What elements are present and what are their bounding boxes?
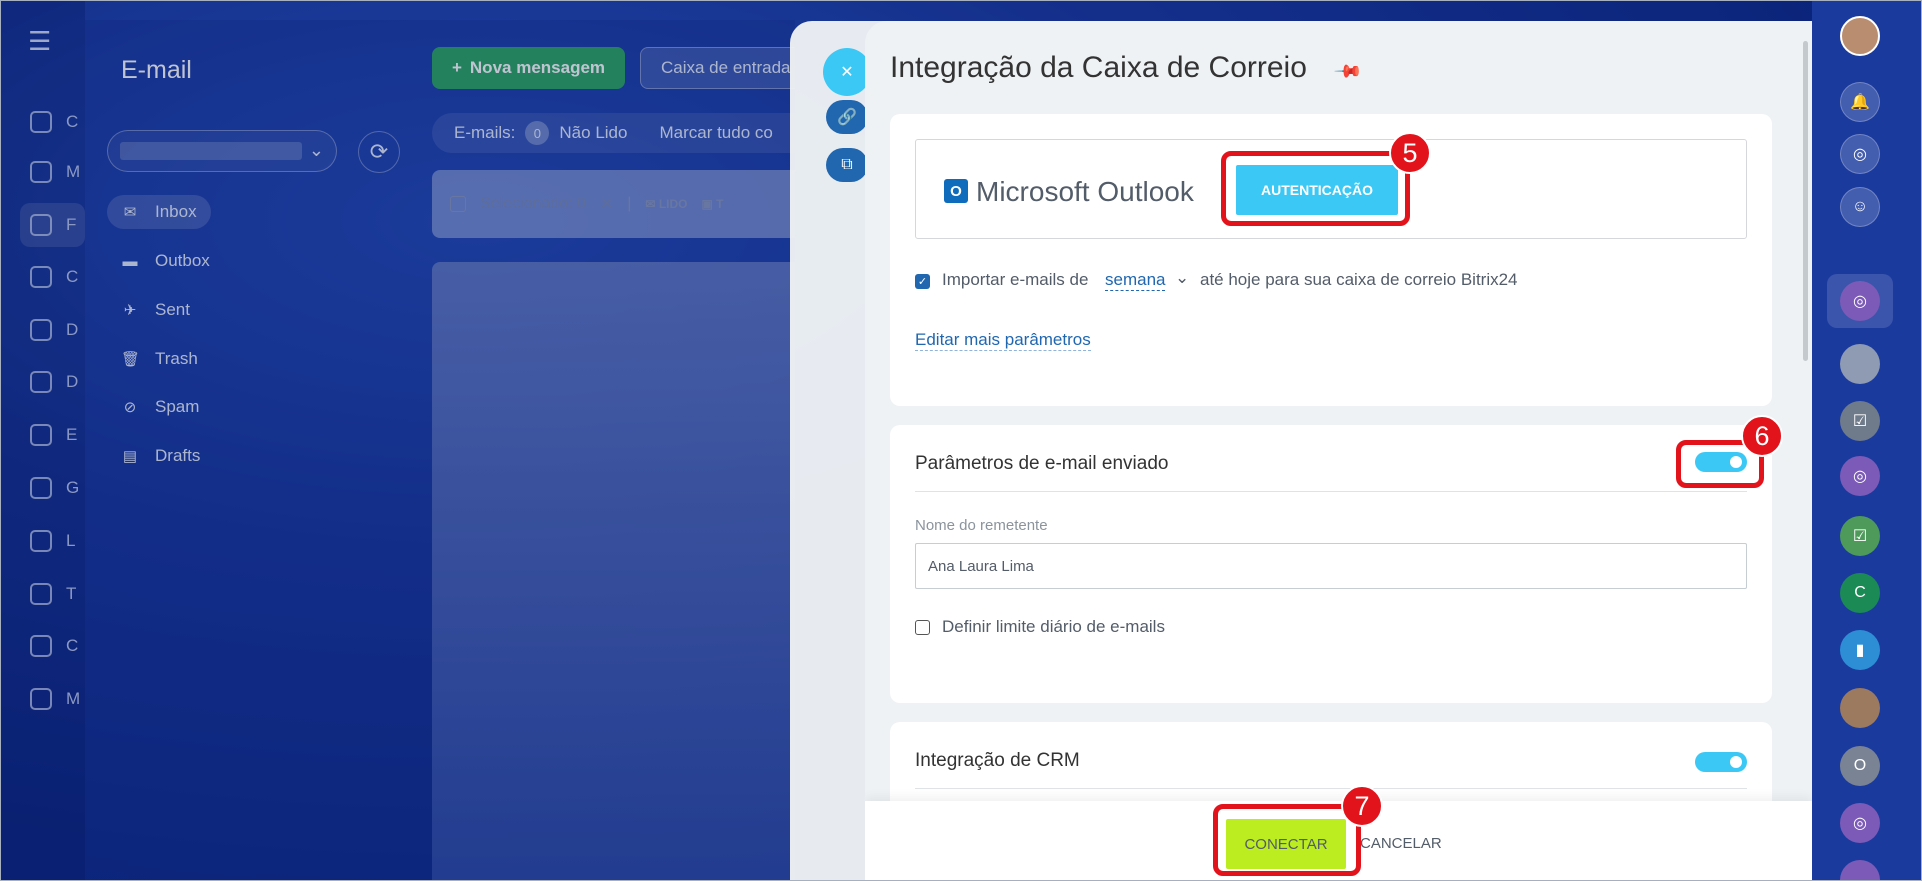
step-6-badge: 6: [1741, 415, 1783, 457]
toggle-knob: [1730, 756, 1742, 768]
chevron-down-icon[interactable]: ⌄: [1175, 268, 1189, 288]
highlight-connect: [1213, 804, 1361, 876]
sent-params-card: Parâmetros de e-mail enviado Nome do rem…: [890, 425, 1772, 703]
import-suffix: até hoje para sua caixa de correio Bitri…: [1200, 270, 1518, 289]
group-avatar-3[interactable]: ◎: [1840, 456, 1880, 496]
page-title: Integração da Caixa de Correio: [890, 51, 1307, 84]
copilot-icon[interactable]: ◎: [1840, 134, 1880, 174]
crm-avatar[interactable]: C: [1840, 573, 1880, 613]
crm-toggle[interactable]: [1695, 752, 1747, 772]
edit-more-params-link[interactable]: Editar mais parâmetros: [915, 330, 1091, 351]
period-select[interactable]: semana: [1105, 270, 1166, 291]
task-avatar-2[interactable]: ☑: [1840, 516, 1880, 556]
sender-name-input[interactable]: Ana Laura Lima: [915, 543, 1747, 589]
mailbox-integration-slider: Integração da Caixa de Correio 📌 O Micro…: [865, 21, 1812, 881]
bell-icon[interactable]: 🔔: [1840, 82, 1880, 122]
o-avatar[interactable]: O: [1840, 746, 1880, 786]
scrollbar[interactable]: [1803, 41, 1808, 361]
provider-name: Microsoft Outlook: [976, 176, 1194, 207]
sent-params-title: Parâmetros de e-mail enviado: [915, 453, 1169, 474]
contact-avatar[interactable]: [1840, 688, 1880, 728]
task-avatar[interactable]: ☑: [1840, 401, 1880, 441]
outlook-logo-icon: O: [944, 179, 968, 203]
link-icon[interactable]: 🔗: [826, 100, 868, 134]
daily-limit-checkbox[interactable]: [915, 620, 930, 635]
pin-icon[interactable]: 📌: [1333, 56, 1364, 87]
group-avatar-4[interactable]: ◎: [1840, 803, 1880, 843]
import-prefix: Importar e-mails de: [942, 270, 1089, 289]
group-avatar-2[interactable]: [1840, 344, 1880, 384]
daily-limit-label: Definir limite diário de e-mails: [942, 617, 1165, 636]
highlight-auth: [1221, 151, 1410, 226]
import-checkbox[interactable]: ✓: [915, 274, 930, 289]
step-5-badge: 5: [1389, 132, 1431, 174]
crm-title: Integração de CRM: [915, 750, 1080, 771]
group-avatar-1[interactable]: ◎: [1840, 281, 1880, 321]
user-avatar[interactable]: [1840, 16, 1880, 56]
cancel-button[interactable]: CANCELAR: [1360, 835, 1442, 852]
open-external-icon[interactable]: ⧉: [826, 148, 868, 182]
close-icon[interactable]: ✕: [823, 48, 871, 96]
step-7-badge: 7: [1341, 785, 1383, 827]
sender-name-label: Nome do remetente: [915, 517, 1048, 534]
divider: [915, 788, 1747, 789]
chat-icon[interactable]: ☺: [1840, 187, 1880, 227]
bookmark-avatar[interactable]: ▮: [1840, 630, 1880, 670]
divider: [915, 491, 1747, 492]
